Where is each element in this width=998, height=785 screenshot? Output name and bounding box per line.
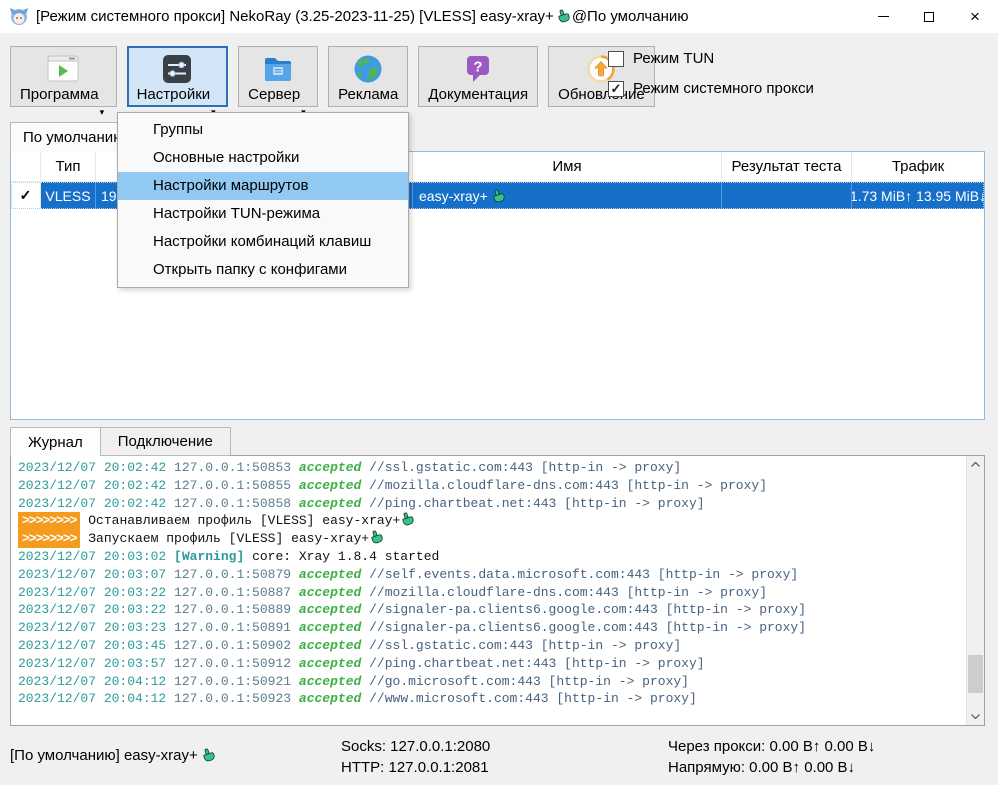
log-line: 2023/12/07 20:03:23 127.0.0.1:50891 acce…	[18, 619, 966, 637]
log-panel: 2023/12/07 20:02:42 127.0.0.1:50853 acce…	[10, 455, 985, 726]
direct-traffic: Напрямую: 0.00 B↑ 0.00 B↓	[668, 757, 875, 778]
log-line: 2023/12/07 20:02:42 127.0.0.1:50853 acce…	[18, 459, 966, 477]
status-bar: [По умолчанию] easy-xray+ Socks: 127.0.0…	[0, 732, 998, 785]
maximize-icon	[924, 12, 934, 22]
cursor-hand-icon	[400, 512, 414, 526]
tab-connections[interactable]: Подключение	[101, 427, 231, 456]
menu-item[interactable]: Настройки комбинаций клавиш	[118, 228, 408, 256]
log-line: 2023/12/07 20:03:07 127.0.0.1:50879 acce…	[18, 566, 966, 584]
window-title: [Режим системного прокси] NekoRay (3.25-…	[36, 8, 688, 25]
server-button[interactable]: Сервер	[238, 46, 318, 107]
menu-item[interactable]: Настройки TUN-режима	[118, 200, 408, 228]
active-check-cell: ✓	[11, 182, 41, 209]
tun-mode-label: Режим TUN	[633, 50, 714, 67]
column-traffic[interactable]: Трафик	[852, 152, 984, 181]
checkbox-icon	[608, 51, 624, 67]
svg-text:?: ?	[474, 58, 483, 75]
settings-button[interactable]: Настройки	[127, 46, 229, 107]
cursor-hand-icon	[201, 748, 215, 762]
http-address: HTTP: 127.0.0.1:2081	[341, 757, 490, 778]
cursor-hand-icon	[491, 189, 505, 203]
name-cell: easy-xray+	[413, 182, 722, 209]
program-button[interactable]: Программа	[10, 46, 117, 107]
minimize-button[interactable]	[860, 0, 906, 33]
nekoray-app-icon	[9, 6, 29, 26]
cursor-hand-icon	[369, 530, 383, 544]
menu-item[interactable]: Открыть папку с конфигами	[118, 256, 408, 284]
menu-item[interactable]: Группы	[118, 116, 408, 144]
column-test-result[interactable]: Результат теста	[722, 152, 852, 181]
traffic-cell: 1.73 MiB↑ 13.95 MiB↓	[852, 182, 984, 209]
log-banner-line: >>>>>>>> Останавливаем профиль [VLESS] e…	[18, 512, 966, 530]
checkbox-checked-icon	[608, 81, 624, 97]
column-name[interactable]: Имя	[413, 152, 722, 181]
proxy-mode-checkboxes: Режим TUN Режим системного прокси	[608, 50, 814, 97]
menu-item[interactable]: Основные настройки	[118, 144, 408, 172]
program-window-icon	[47, 52, 79, 85]
minimize-icon	[878, 16, 889, 17]
log-line: 2023/12/07 20:02:42 127.0.0.1:50855 acce…	[18, 477, 966, 495]
type-cell: VLESS	[41, 182, 96, 209]
title-bar: [Режим системного прокси] NekoRay (3.25-…	[0, 0, 998, 33]
log-line: 2023/12/07 20:03:57 127.0.0.1:50912 acce…	[18, 655, 966, 673]
tab-journal[interactable]: Журнал	[10, 427, 101, 456]
menu-item[interactable]: Настройки маршрутов	[118, 172, 408, 200]
log-line: 2023/12/07 20:03:22 127.0.0.1:50887 acce…	[18, 584, 966, 602]
scroll-down-icon[interactable]	[967, 708, 984, 725]
column-check[interactable]	[11, 152, 41, 181]
system-proxy-label: Режим системного прокси	[633, 80, 814, 97]
scroll-up-icon[interactable]	[967, 456, 984, 473]
ads-button[interactable]: Реклама	[328, 46, 408, 107]
traffic-stats: Через прокси: 0.00 B↑ 0.00 B↓ Напрямую: …	[668, 736, 875, 778]
log-content[interactable]: 2023/12/07 20:02:42 127.0.0.1:50853 acce…	[11, 456, 966, 725]
question-bubble-icon: ?	[463, 52, 493, 85]
close-icon: ×	[970, 8, 980, 25]
inbound-addresses: Socks: 127.0.0.1:2080 HTTP: 127.0.0.1:20…	[341, 736, 490, 778]
active-profile-status: [По умолчанию] easy-xray+	[10, 747, 215, 764]
log-line: 2023/12/07 20:03:22 127.0.0.1:50889 acce…	[18, 601, 966, 619]
column-type[interactable]: Тип	[41, 152, 96, 181]
log-line: 2023/12/07 20:03:45 127.0.0.1:50902 acce…	[18, 637, 966, 655]
globe-icon	[353, 52, 383, 85]
scrollbar-thumb[interactable]	[968, 655, 983, 693]
close-button[interactable]: ×	[952, 0, 998, 33]
log-scrollbar[interactable]	[966, 456, 984, 725]
toolbar: Программа Настройки Сервер	[10, 46, 655, 107]
log-line: 2023/12/07 20:04:12 127.0.0.1:50923 acce…	[18, 690, 966, 708]
folder-icon	[263, 52, 293, 85]
system-proxy-checkbox[interactable]: Режим системного прокси	[608, 80, 814, 97]
log-tabs: Журнал Подключение	[10, 427, 231, 456]
log-line: 2023/12/07 20:02:42 127.0.0.1:50858 acce…	[18, 495, 966, 513]
settings-dropdown-menu: ГруппыОсновные настройкиНастройки маршру…	[117, 112, 409, 288]
maximize-button[interactable]	[906, 0, 952, 33]
documentation-button[interactable]: ? Документация	[418, 46, 538, 107]
log-warning-line: 2023/12/07 20:03:02 [Warning] core: Xray…	[18, 548, 966, 566]
cursor-hand-icon	[556, 9, 570, 23]
test-result-cell	[722, 182, 852, 209]
socks-address: Socks: 127.0.0.1:2080	[341, 736, 490, 757]
tun-mode-checkbox[interactable]: Режим TUN	[608, 50, 814, 67]
banner-chevrons: >>>>>>>>	[18, 530, 80, 548]
log-line: 2023/12/07 20:04:12 127.0.0.1:50921 acce…	[18, 673, 966, 691]
sliders-icon	[162, 52, 192, 85]
log-banner-line: >>>>>>>> Запускаем профиль [VLESS] easy-…	[18, 530, 966, 548]
banner-chevrons: >>>>>>>>	[18, 512, 80, 530]
via-proxy-traffic: Через прокси: 0.00 B↑ 0.00 B↓	[668, 736, 875, 757]
